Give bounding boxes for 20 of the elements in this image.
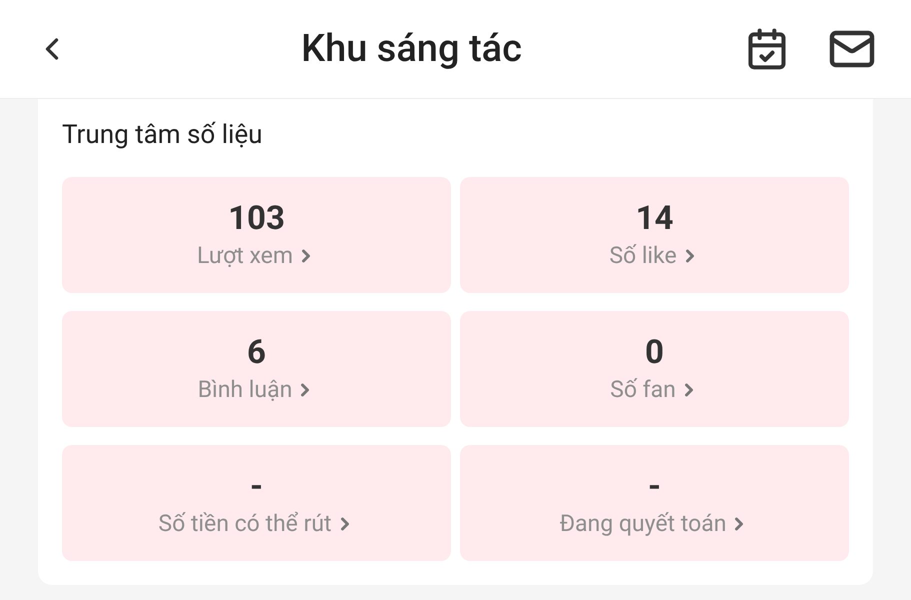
stat-label: Bình luận bbox=[198, 375, 292, 405]
stat-value: 0 bbox=[645, 333, 664, 373]
stat-value: 14 bbox=[636, 199, 674, 239]
stat-label: Số fan bbox=[610, 375, 676, 405]
stat-tile[interactable]: 14 Số like bbox=[460, 177, 849, 293]
stat-tile[interactable]: 0 Số fan bbox=[460, 311, 849, 427]
stat-tile[interactable]: 6 Bình luận bbox=[62, 311, 451, 427]
stat-value: - bbox=[648, 467, 661, 507]
stat-label: Lượt xem bbox=[196, 241, 294, 271]
stat-tile[interactable]: 103 Lượt xem bbox=[62, 177, 451, 293]
stat-label: Số like bbox=[609, 241, 677, 271]
stat-label: Số tiền có thể rút bbox=[158, 509, 332, 539]
stat-tile[interactable]: - Số tiền có thể rút bbox=[62, 445, 451, 561]
card-title: Trung tâm số liệu bbox=[62, 119, 264, 152]
stat-label: Đang quyết toán bbox=[560, 509, 726, 539]
stat-tile[interactable]: - Đang quyết toán bbox=[460, 445, 849, 561]
stat-value: 103 bbox=[228, 199, 285, 239]
stat-value: 6 bbox=[247, 333, 266, 373]
stat-value: - bbox=[250, 467, 263, 507]
page-title: Khu sáng tác bbox=[301, 26, 522, 72]
